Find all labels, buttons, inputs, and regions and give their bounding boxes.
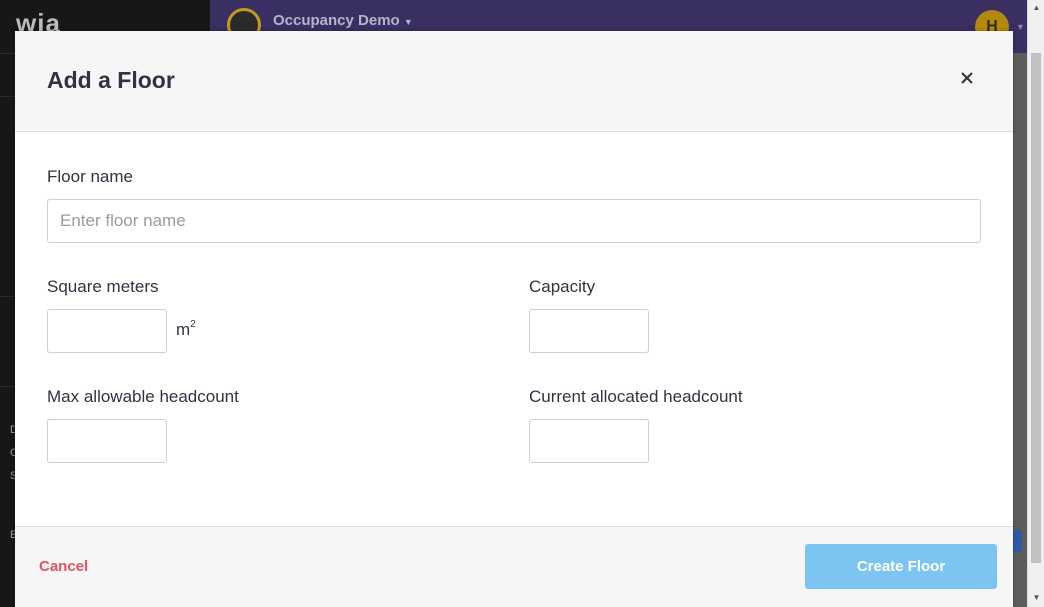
max-headcount-input[interactable] (47, 419, 167, 463)
close-button[interactable] (955, 66, 979, 90)
square-meters-label: Square meters (47, 277, 159, 296)
chevron-down-icon: ▼ (403, 17, 413, 27)
chevron-down-icon[interactable]: ▼ (1016, 22, 1025, 32)
modal-footer: Cancel Create Floor (15, 526, 1013, 607)
scroll-up-icon[interactable]: ▲ (1028, 0, 1044, 15)
square-meters-unit: m2 (176, 319, 196, 340)
floor-name-input[interactable] (47, 199, 981, 243)
close-icon (961, 72, 973, 84)
page-scrollbar[interactable]: ▲ ▼ (1027, 0, 1044, 607)
scroll-down-icon[interactable]: ▼ (1028, 590, 1044, 605)
unit-label: m (176, 320, 191, 339)
cancel-button[interactable]: Cancel (39, 558, 88, 575)
scrollbar-thumb[interactable] (1031, 53, 1041, 563)
create-floor-button[interactable]: Create Floor (805, 544, 997, 589)
square-meters-input[interactable] (47, 309, 167, 353)
workspace-switcher[interactable]: Occupancy Demo ▼ (273, 12, 413, 29)
floor-name-label: Floor name (47, 167, 133, 186)
current-headcount-input[interactable] (529, 419, 649, 463)
unit-superscript: 2 (190, 319, 196, 330)
capacity-input[interactable] (529, 309, 649, 353)
max-headcount-label: Max allowable headcount (47, 387, 239, 406)
add-floor-modal: Add a Floor Floor name Square meters m2 … (15, 31, 1013, 607)
current-headcount-label: Current allocated headcount (529, 387, 743, 406)
modal-title: Add a Floor (47, 67, 175, 93)
modal-header: Add a Floor (15, 31, 1013, 132)
workspace-name: Occupancy Demo (273, 12, 400, 29)
capacity-label: Capacity (529, 277, 596, 296)
